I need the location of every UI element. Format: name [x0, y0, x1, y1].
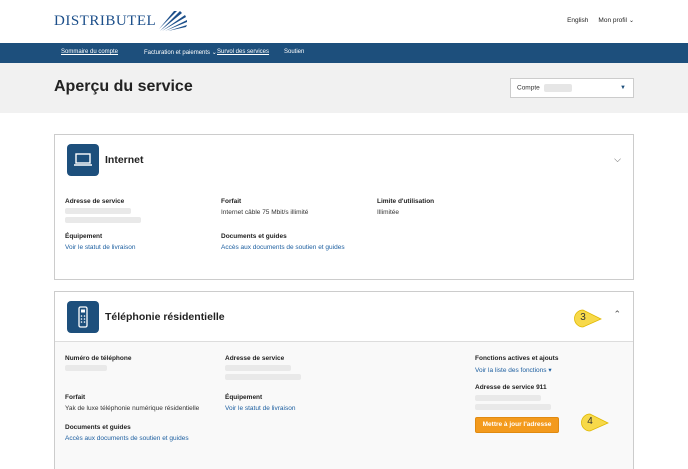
plan-label: Forfait: [221, 198, 242, 205]
home-phone-card-body: Numéro de téléphone Adresse de service F…: [55, 342, 633, 469]
redacted-address-line: [65, 217, 141, 223]
phone-number-label: Numéro de téléphone: [65, 355, 132, 362]
chevron-down-icon: ⌄: [211, 50, 217, 56]
logo-text: DISTRIBUTEL: [54, 12, 157, 29]
nav-item-services-overview[interactable]: Survol des services: [217, 49, 269, 55]
redacted-address-line: [65, 208, 131, 214]
support-docs-link[interactable]: Accès aux documents de soutien et guides: [65, 435, 189, 442]
plan-label: Forfait: [65, 394, 86, 401]
redacted-911-address: [475, 395, 541, 401]
plan-value: Yak de luxe téléphonie numérique résiden…: [65, 405, 200, 412]
redacted-911-address: [475, 404, 551, 410]
caret-down-icon: ▾: [548, 367, 552, 374]
delivery-status-link[interactable]: Voir le statut de livraison: [65, 244, 135, 251]
profile-menu-label: Mon profil: [598, 17, 627, 24]
callout-number: 4: [587, 416, 593, 427]
internet-card: Internet ⌵ Adresse de service Forfait In…: [54, 134, 634, 280]
update-address-button[interactable]: Mettre à jour l'adresse: [475, 417, 559, 433]
language-link[interactable]: English: [567, 17, 588, 24]
docs-label: Documents et guides: [65, 424, 131, 431]
chevron-up-icon[interactable]: ⌃: [613, 309, 621, 320]
callout-number: 3: [580, 312, 586, 323]
main-nav: Sommaire du compte Facturation et paieme…: [0, 43, 688, 63]
internet-card-title: Internet: [105, 154, 144, 166]
home-phone-card-header[interactable]: Téléphonie résidentielle ⌃: [55, 292, 633, 342]
nav-item-billing[interactable]: Facturation et paiements ⌄: [144, 49, 217, 56]
account-number-redacted: [543, 84, 572, 92]
redacted-address-line: [225, 365, 291, 371]
callout-3: 3: [574, 309, 602, 328]
logo-swirl-icon: [159, 11, 188, 31]
title-band: Aperçu du service Compte ▼: [0, 63, 688, 113]
redacted-address-line: [225, 374, 301, 380]
redacted-phone-number: [65, 365, 107, 371]
chevron-down-icon[interactable]: ⌵: [614, 154, 621, 165]
distributel-logo[interactable]: DISTRIBUTEL: [54, 10, 188, 32]
usage-limit-label: Limite d'utilisation: [377, 198, 435, 205]
internet-card-header[interactable]: Internet ⌵: [55, 135, 633, 185]
laptop-icon: [67, 144, 99, 176]
features-list-link-label: Voir la liste des fonctions: [475, 367, 547, 374]
home-phone-card: Téléphonie résidentielle ⌃ Numéro de tél…: [54, 291, 634, 469]
service-address-label: Adresse de service: [225, 355, 285, 362]
service-address-label: Adresse de service: [65, 198, 125, 205]
nav-item-support[interactable]: Soutien: [284, 49, 304, 55]
account-select-label: Compte: [517, 84, 540, 92]
chevron-down-icon: ⌄: [628, 18, 634, 24]
home-phone-card-title: Téléphonie résidentielle: [105, 311, 225, 323]
support-docs-link[interactable]: Accès aux documents de soutien et guides: [221, 244, 345, 251]
features-label: Fonctions actives et ajouts: [475, 355, 559, 362]
nav-item-billing-label: Facturation et paiements: [144, 50, 211, 56]
equipment-label: Équipement: [65, 233, 103, 240]
delivery-status-link[interactable]: Voir le statut de livraison: [225, 405, 295, 412]
phone-handset-icon: [67, 301, 99, 333]
equipment-label: Équipement: [225, 394, 263, 401]
features-list-link[interactable]: Voir la liste des fonctions ▾: [475, 366, 552, 374]
usage-limit-value: Illimitée: [377, 209, 400, 216]
account-select[interactable]: Compte ▼: [510, 78, 634, 98]
plan-value: Internet câble 75 Mbit/s illimité: [221, 209, 309, 216]
profile-menu[interactable]: Mon profil ⌄: [598, 17, 634, 24]
docs-label: Documents et guides: [221, 233, 287, 240]
address-911-label: Adresse de service 911: [475, 384, 547, 391]
top-header: DISTRIBUTEL English Mon profil ⌄: [0, 0, 688, 43]
callout-4: 4: [581, 413, 609, 432]
nav-item-account-summary[interactable]: Sommaire du compte: [61, 49, 118, 55]
page-title: Aperçu du service: [54, 78, 193, 95]
caret-down-icon: ▼: [620, 85, 626, 91]
